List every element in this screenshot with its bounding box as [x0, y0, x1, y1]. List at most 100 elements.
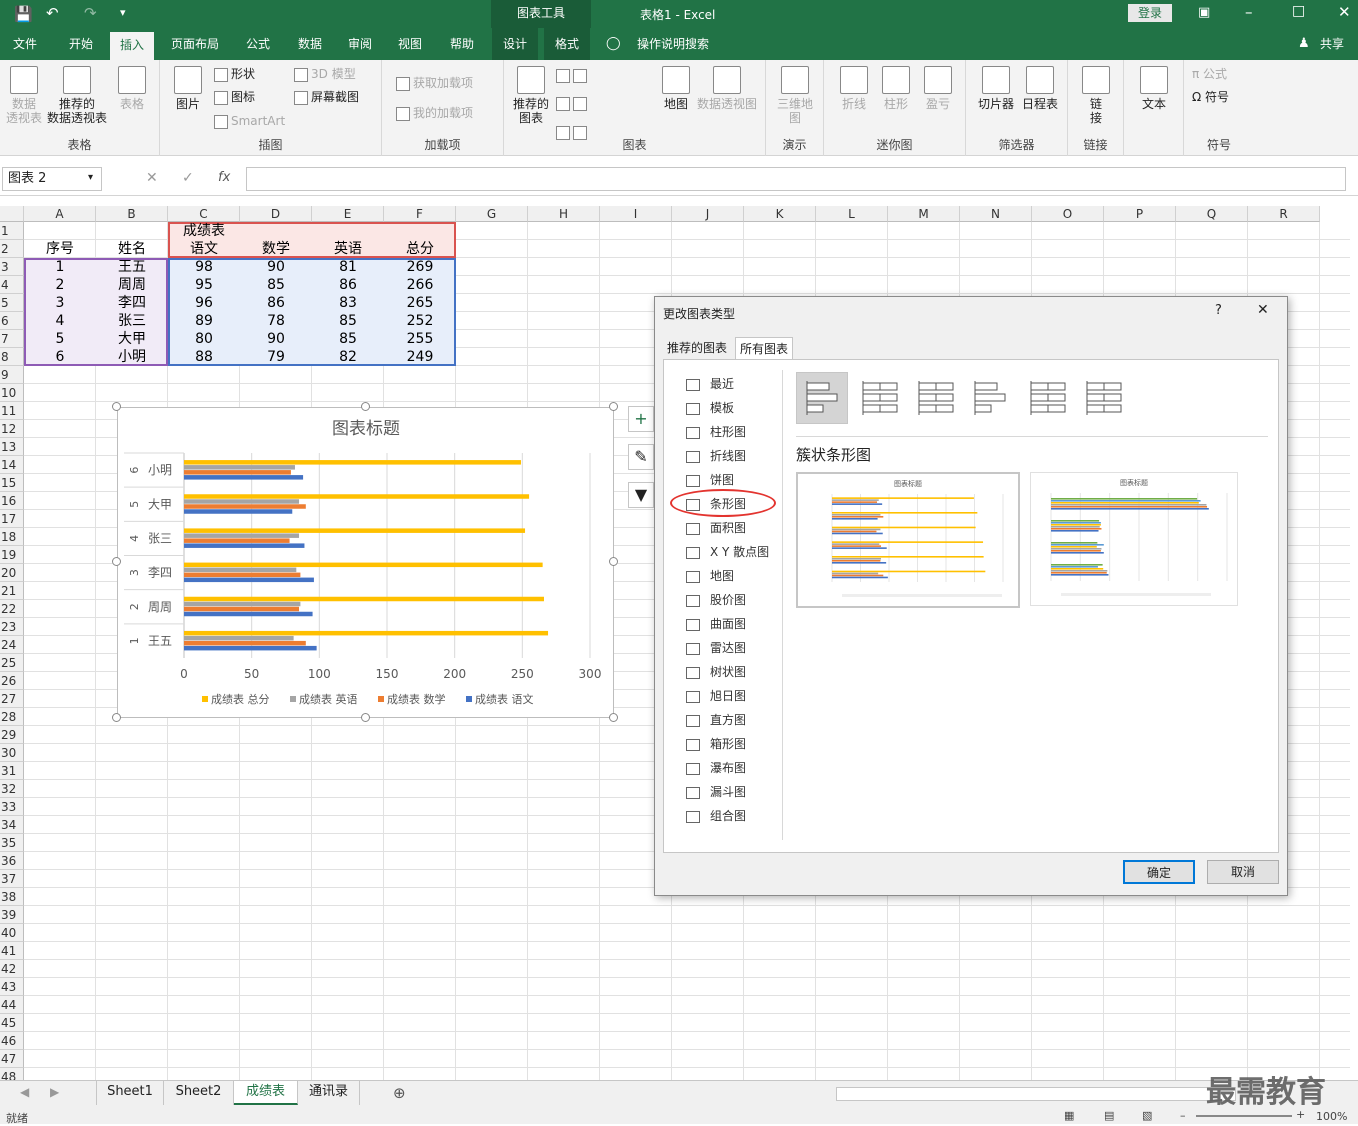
cell[interactable]: 82: [312, 348, 384, 366]
add-sheet-icon[interactable]: ⊕: [393, 1084, 406, 1102]
row-header[interactable]: 13: [0, 438, 24, 456]
timeline-button[interactable]: 日程表: [1018, 66, 1062, 111]
chart-type-item[interactable]: 股价图: [686, 590, 746, 610]
redo-icon[interactable]: ↷: [84, 4, 97, 22]
cell[interactable]: 85: [240, 276, 312, 294]
row-header[interactable]: 24: [0, 636, 24, 654]
chart-object[interactable]: 图表标题 0 50 100 150 200 250 300 王五 1 周周 2 李四 3 张三 4 大甲 5 小明 6…: [117, 407, 614, 718]
icons-button[interactable]: 图标: [214, 90, 255, 105]
chart-type-item[interactable]: 最近: [686, 374, 734, 394]
tab-page-layout[interactable]: 页面布局: [164, 28, 226, 60]
chart-subtype[interactable]: [964, 372, 1016, 424]
confirm-entry-icon[interactable]: ✓: [182, 170, 194, 186]
chart-type-item[interactable]: 旭日图: [686, 686, 746, 706]
smartart-button[interactable]: SmartArt: [214, 114, 285, 129]
row-header[interactable]: 20: [0, 564, 24, 582]
row-header[interactable]: 48: [0, 1068, 24, 1080]
row-header[interactable]: 34: [0, 816, 24, 834]
get-addins-button[interactable]: 获取加载项: [396, 76, 473, 91]
tab-all-charts[interactable]: 所有图表: [735, 337, 794, 359]
row-header[interactable]: 35: [0, 834, 24, 852]
row-header[interactable]: 1: [0, 222, 24, 240]
column-header[interactable]: B: [96, 206, 168, 222]
cell[interactable]: 252: [384, 312, 456, 330]
column-header[interactable]: F: [384, 206, 456, 222]
line-chart-icon[interactable]: [556, 97, 570, 111]
resize-handle[interactable]: [609, 713, 618, 722]
resize-handle[interactable]: [112, 713, 121, 722]
dialog-close-button[interactable]: ✕: [1257, 302, 1269, 318]
chart-elements-button[interactable]: +: [628, 406, 654, 432]
row-header[interactable]: 12: [0, 420, 24, 438]
row-header[interactable]: 28: [0, 708, 24, 726]
scroll-left-icon[interactable]: ◀: [20, 1085, 29, 1099]
row-header[interactable]: 4: [0, 276, 24, 294]
cell[interactable]: 2: [24, 276, 96, 294]
cell[interactable]: 5: [24, 330, 96, 348]
row-header[interactable]: 45: [0, 1014, 24, 1032]
row-header[interactable]: 41: [0, 942, 24, 960]
tab-data[interactable]: 数据: [288, 28, 332, 60]
row-header[interactable]: 3: [0, 258, 24, 276]
cell[interactable]: 265: [384, 294, 456, 312]
chart-type-item[interactable]: 地图: [686, 566, 734, 586]
cell[interactable]: 98: [168, 258, 240, 276]
maximize-icon[interactable]: □: [1292, 3, 1305, 19]
row-header[interactable]: 44: [0, 996, 24, 1014]
zoom-slider[interactable]: [1196, 1115, 1292, 1117]
resize-handle[interactable]: [361, 713, 370, 722]
share-button[interactable]: 共享: [1314, 28, 1350, 60]
cell[interactable]: 85: [312, 312, 384, 330]
slicer-button[interactable]: 切片器: [974, 66, 1018, 111]
row-header[interactable]: 26: [0, 672, 24, 690]
sheet-tab-scores[interactable]: 成绩表: [234, 1081, 298, 1105]
row-header[interactable]: 16: [0, 492, 24, 510]
row-header[interactable]: 29: [0, 726, 24, 744]
row-header[interactable]: 9: [0, 366, 24, 384]
cell[interactable]: 266: [384, 276, 456, 294]
cell[interactable]: 269: [384, 258, 456, 276]
row-header[interactable]: 19: [0, 546, 24, 564]
cell[interactable]: 78: [240, 312, 312, 330]
cell[interactable]: 255: [384, 330, 456, 348]
preview-by-category[interactable]: 图表标题: [1030, 472, 1238, 606]
row-header[interactable]: 46: [0, 1032, 24, 1050]
tab-view[interactable]: 视图: [388, 28, 432, 60]
cell[interactable]: 3: [24, 294, 96, 312]
cancel-entry-icon[interactable]: ✕: [146, 170, 158, 186]
hierarchy-chart-icon[interactable]: [573, 68, 587, 83]
chart-type-item[interactable]: 柱形图: [686, 422, 746, 442]
my-addins-button[interactable]: 我的加载项: [396, 106, 473, 121]
tab-recommended-charts[interactable]: 推荐的图表: [663, 337, 731, 359]
name-box[interactable]: 图表 2: [2, 167, 102, 191]
shapes-button[interactable]: 形状: [214, 67, 255, 82]
row-header[interactable]: 5: [0, 294, 24, 312]
cell[interactable]: 4: [24, 312, 96, 330]
row-header[interactable]: 8: [0, 348, 24, 366]
zoom-in-icon[interactable]: +: [1296, 1108, 1305, 1121]
3d-map-button[interactable]: 三维地 图: [774, 66, 816, 125]
minimize-icon[interactable]: –: [1245, 3, 1253, 21]
table-button[interactable]: 表格: [114, 66, 150, 111]
ok-button[interactable]: 确定: [1123, 860, 1195, 884]
chart-filters-button[interactable]: ▼: [628, 482, 654, 508]
cell[interactable]: 1: [24, 258, 96, 276]
chart-type-item[interactable]: 漏斗图: [686, 782, 746, 802]
cell[interactable]: 大甲: [96, 330, 168, 348]
cell[interactable]: 小明: [96, 348, 168, 366]
resize-handle[interactable]: [112, 557, 121, 566]
row-header[interactable]: 47: [0, 1050, 24, 1068]
column-header[interactable]: M: [888, 206, 960, 222]
row-header[interactable]: 33: [0, 798, 24, 816]
tab-insert[interactable]: 插入: [110, 32, 154, 60]
column-header[interactable]: J: [672, 206, 744, 222]
save-icon[interactable]: 💾: [14, 5, 33, 23]
row-header[interactable]: 25: [0, 654, 24, 672]
row-header[interactable]: 32: [0, 780, 24, 798]
column-header[interactable]: G: [456, 206, 528, 222]
cell-group-header[interactable]: 成绩表: [168, 222, 240, 240]
column-header[interactable]: O: [1032, 206, 1104, 222]
statistic-chart-icon[interactable]: [573, 97, 587, 111]
column-header[interactable]: K: [744, 206, 816, 222]
cell[interactable]: 李四: [96, 294, 168, 312]
